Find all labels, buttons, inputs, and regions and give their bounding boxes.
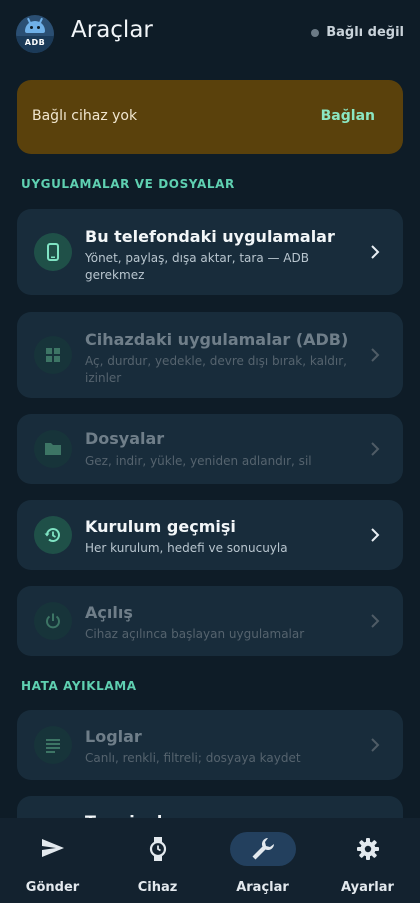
- card-install-history[interactable]: Kurulum geçmişi Her kurulum, hedefi ve s…: [17, 500, 403, 570]
- nav-device[interactable]: Cihaz: [105, 830, 210, 895]
- card-title: Bu telefondaki uygulamalar: [85, 227, 335, 246]
- nav-send[interactable]: Gönder: [0, 830, 105, 895]
- top-bar: ADB Araçlar Bağlı değil: [0, 0, 420, 68]
- status-dot-icon: [311, 28, 320, 37]
- history-icon: [34, 516, 72, 554]
- power-icon: [34, 602, 72, 640]
- chevron-right-icon: [371, 738, 380, 752]
- send-icon: [41, 839, 64, 857]
- section-title-debug: HATA AYIKLAMA: [21, 679, 137, 693]
- card-subtitle: Cihaz açılınca başlayan uygulamalar: [85, 627, 305, 641]
- nav-label: Gönder: [25, 880, 80, 895]
- logs-icon: [34, 726, 72, 764]
- card-subtitle: Gez, indir, yükle, yeniden adlandır, sil: [85, 454, 312, 468]
- nav-tools[interactable]: Araçlar: [210, 830, 315, 895]
- chevron-right-icon: [371, 245, 380, 259]
- watch-icon: [149, 837, 166, 861]
- card-title: Loglar: [85, 727, 142, 746]
- nav-label: Ayarlar: [341, 880, 394, 895]
- nav-settings[interactable]: Ayarlar: [315, 830, 420, 895]
- card-files[interactable]: Dosyalar Gez, indir, yükle, yeniden adla…: [17, 414, 403, 484]
- card-title: Açılış: [85, 603, 133, 622]
- nav-label: Cihaz: [137, 880, 178, 895]
- connect-button[interactable]: Bağlan: [321, 108, 375, 124]
- card-subtitle: Canlı, renkli, filtreli; dosyaya kaydet: [85, 751, 301, 765]
- card-title: Cihazdaki uygulamalar (ADB): [85, 330, 349, 349]
- connection-status-label: Bağlı değil: [326, 25, 404, 40]
- card-startup[interactable]: Açılış Cihaz açılınca başlayan uygulamal…: [17, 586, 403, 656]
- connection-status: Bağlı değil: [311, 25, 404, 40]
- card-title: Kurulum geçmişi: [85, 517, 236, 536]
- card-device-apps[interactable]: Cihazdaki uygulamalar (ADB) Aç, durdur, …: [17, 312, 403, 398]
- card-subtitle: Her kurulum, hedefi ve sonucuyla: [85, 541, 288, 555]
- chevron-right-icon: [371, 348, 380, 362]
- folder-icon: [34, 430, 72, 468]
- apps-grid-icon: [34, 336, 72, 374]
- card-logs[interactable]: Loglar Canlı, renkli, filtreli; dosyaya …: [17, 710, 403, 780]
- nav-label: Araçlar: [236, 880, 289, 895]
- section-title-apps-files: UYGULAMALAR VE DOSYALAR: [21, 177, 235, 191]
- chevron-right-icon: [371, 442, 380, 456]
- card-phone-apps[interactable]: Bu telefondaki uygulamalar Yönet, paylaş…: [17, 209, 403, 295]
- gear-icon: [356, 838, 379, 860]
- phone-icon: [34, 233, 72, 271]
- chevron-right-icon: [371, 528, 380, 542]
- card-subtitle: Yönet, paylaş, dışa aktar, tara — ADB ge…: [85, 251, 309, 282]
- app-logo-icon: ADB: [16, 15, 54, 53]
- wrench-icon: [252, 837, 274, 860]
- page-title: Araçlar: [71, 17, 153, 43]
- no-device-text: Bağlı cihaz yok: [32, 108, 138, 124]
- no-device-banner: Bağlı cihaz yok Bağlan: [17, 80, 403, 154]
- logo-label: ADB: [16, 36, 54, 53]
- card-title: Dosyalar: [85, 429, 165, 448]
- card-subtitle: Aç, durdur, yedekle, devre dışı bırak, k…: [85, 354, 347, 385]
- chevron-right-icon: [371, 614, 380, 628]
- bottom-navigation: Gönder Cihaz Araçlar Ayarlar: [0, 818, 420, 903]
